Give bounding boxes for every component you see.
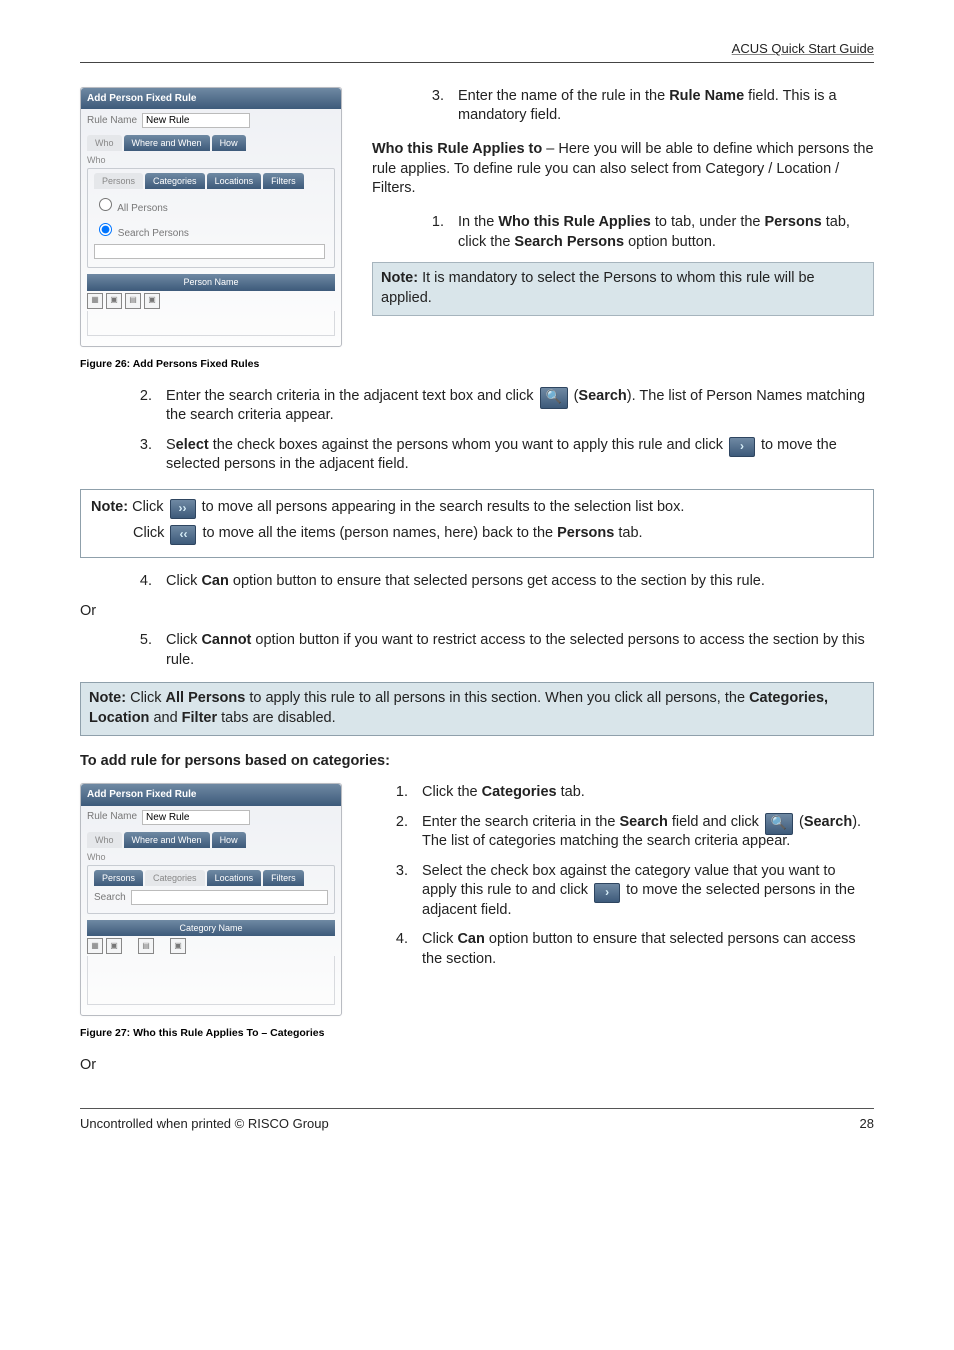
rule-name-label: Rule Name (87, 114, 137, 128)
footer-left: Uncontrolled when printed © RISCO Group (80, 1115, 329, 1133)
search-persons-radio[interactable] (99, 223, 112, 236)
subtab-persons[interactable]: Persons (94, 173, 143, 189)
step-5-num: 5. (136, 631, 152, 670)
footer-page-number: 28 (860, 1115, 874, 1133)
figure-26-caption: Figure 26: Add Persons Fixed Rules (80, 357, 874, 371)
tab-where-2[interactable]: Where and When (124, 832, 210, 848)
toolbar-btn-1[interactable]: ▦ (87, 293, 103, 309)
category-name-header: Category Name (87, 920, 335, 936)
or-label-2: Or (80, 1056, 874, 1076)
move-right-icon-2[interactable]: › (594, 883, 620, 903)
add-person-fixed-rule-panel: Add Person Fixed Rule Rule Name Who Wher… (80, 87, 342, 347)
header-rule (80, 62, 874, 63)
move-all-right-icon[interactable]: ›› (170, 499, 196, 519)
search-label-2: Search (94, 891, 126, 905)
opt-search-persons[interactable]: Search Persons (94, 228, 189, 239)
move-all-left-icon[interactable]: ‹‹ (170, 525, 196, 545)
tab-who-2[interactable]: Who (87, 832, 122, 848)
categories-subhead: To add rule for persons based on categor… (80, 752, 874, 772)
add-person-fixed-rule-panel-2: Add Person Fixed Rule Rule Name Who Wher… (80, 783, 342, 1016)
who-group-label: Who (87, 154, 335, 166)
all-persons-radio[interactable] (99, 198, 112, 211)
tab-who[interactable]: Who (87, 135, 122, 151)
toolbar-btn-3[interactable]: ▤ (125, 293, 141, 309)
cat-step-2-text: Enter the search criteria in the Search … (422, 813, 874, 852)
step-4-num: 4. (136, 572, 152, 592)
tb2-spacer (125, 938, 135, 952)
subtab2-categories[interactable]: Categories (145, 870, 205, 886)
step-3-num: 3. (428, 87, 444, 126)
step-3b-text: Select the check boxes against the perso… (166, 436, 874, 475)
who-group-label-2: Who (87, 851, 335, 863)
cat-step-3-num: 3. (392, 862, 408, 921)
person-list-empty (87, 311, 335, 336)
note-all-persons: Note: Click All Persons to apply this ru… (80, 682, 874, 735)
tb2-btn-2[interactable]: ▣ (106, 938, 122, 954)
subtab2-locations[interactable]: Locations (207, 870, 262, 886)
step-2-num: 2. (136, 387, 152, 426)
category-list-empty (87, 956, 335, 1005)
or-label-1: Or (80, 602, 874, 622)
step-4-text: Click Can option button to ensure that s… (166, 572, 874, 592)
cat-step-4-num: 4. (392, 930, 408, 969)
tb2-btn-3[interactable]: ▤ (138, 938, 154, 954)
search-icon[interactable]: 🔍 (540, 387, 568, 409)
step-3-text: Enter the name of the rule in the Rule N… (458, 87, 874, 126)
tb2-spacer-2 (157, 938, 167, 952)
substep-1-text: In the Who this Rule Applies to tab, und… (458, 213, 874, 252)
person-name-header: Person Name (87, 274, 335, 290)
toolbar-btn-4[interactable]: ▣ (144, 293, 160, 309)
search-icon-2[interactable]: 🔍 (765, 813, 793, 835)
note-move-all: Note: Click ›› to move all persons appea… (80, 489, 874, 558)
step-5-text: Click Cannot option button if you want t… (166, 631, 874, 670)
note-persons-mandatory: Note: It is mandatory to select the Pers… (372, 262, 874, 315)
tab-where-and-when[interactable]: Where and When (124, 135, 210, 151)
who-applies-para: Who this Rule Applies to – Here you will… (372, 140, 874, 199)
subtab-locations[interactable]: Locations (207, 173, 262, 189)
step-2-text: Enter the search criteria in the adjacen… (166, 387, 874, 426)
tb2-btn-4[interactable]: ▣ (170, 938, 186, 954)
cat-step-2-num: 2. (392, 813, 408, 852)
cat-step-1-text: Click the Categories tab. (422, 783, 874, 803)
subtab2-persons[interactable]: Persons (94, 870, 143, 886)
opt-search-persons-label: Search Persons (118, 228, 189, 239)
search-persons-input[interactable] (94, 244, 325, 259)
cat-step-3-text: Select the check box against the categor… (422, 862, 874, 921)
move-right-icon[interactable]: › (729, 437, 755, 457)
step-3b-num: 3. (136, 436, 152, 475)
substep-1-num: 1. (428, 213, 444, 252)
subtab-categories[interactable]: Categories (145, 173, 205, 189)
cat-step-4-text: Click Can option button to ensure that s… (422, 930, 874, 969)
rule-name-input[interactable] (142, 113, 250, 128)
subtab-filters[interactable]: Filters (263, 173, 304, 189)
panel2-title: Add Person Fixed Rule (81, 784, 341, 806)
opt-all-persons[interactable]: All Persons (94, 203, 168, 214)
opt-all-persons-label: All Persons (117, 203, 168, 214)
rule-name-input-2[interactable] (142, 810, 250, 825)
tab-how[interactable]: How (212, 135, 246, 151)
doc-header: ACUS Quick Start Guide (80, 40, 874, 62)
rule-name-label-2: Rule Name (87, 810, 137, 824)
search-categories-input[interactable] (131, 890, 328, 905)
panel-title: Add Person Fixed Rule (81, 88, 341, 110)
subtab2-filters[interactable]: Filters (263, 870, 304, 886)
figure-27-caption: Figure 27: Who this Rule Applies To – Ca… (80, 1026, 874, 1040)
toolbar-btn-2[interactable]: ▣ (106, 293, 122, 309)
cat-step-1-num: 1. (392, 783, 408, 803)
tb2-btn-1[interactable]: ▦ (87, 938, 103, 954)
tab-how-2[interactable]: How (212, 832, 246, 848)
